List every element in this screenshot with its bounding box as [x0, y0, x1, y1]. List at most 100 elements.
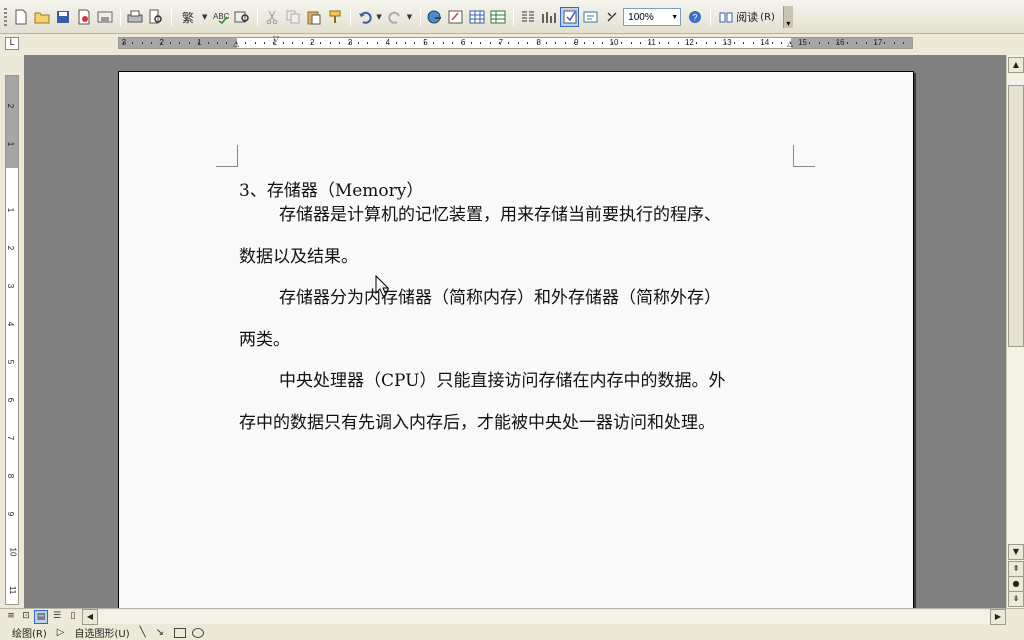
read-button[interactable]: 阅读 (R)	[715, 7, 779, 27]
ruler-tick	[489, 42, 491, 44]
ruler-tick	[292, 42, 294, 44]
document-map-icon[interactable]	[560, 7, 580, 27]
ruler-tick	[734, 42, 735, 44]
ruler-tick	[611, 42, 613, 44]
undo-icon[interactable]	[355, 7, 374, 27]
ruler-label: 7	[6, 435, 16, 441]
ruler-tick	[630, 42, 632, 44]
rectangle-icon[interactable]	[174, 627, 187, 638]
ruler-tick	[376, 42, 378, 44]
ruler-tick	[781, 42, 782, 44]
ruler-tick	[499, 42, 500, 44]
spelling-icon[interactable]: ABC	[211, 7, 230, 27]
paragraph: 存储器分为内存储器（简称内存）和外存储器（简称外存） 两类。	[239, 278, 799, 361]
document-page[interactable]: 3、存储器（Memory） 存储器是计算机的记忆装置，用来存储当前要执行的程序、…	[118, 71, 914, 631]
ruler-tick	[405, 42, 406, 44]
traditional-chinese-icon[interactable]: 繁	[176, 7, 200, 27]
horizontal-scroll-track[interactable]	[98, 610, 993, 624]
copy-icon[interactable]	[283, 7, 302, 27]
select-browse-object-icon[interactable]: ●	[1008, 576, 1024, 592]
zoom-select[interactable]: 100% ▼	[623, 8, 682, 26]
select-objects-icon[interactable]: ▷	[57, 627, 65, 638]
format-painter-icon[interactable]	[325, 7, 344, 27]
new-icon[interactable]	[11, 7, 30, 27]
ruler-tick	[846, 42, 848, 44]
chevron-down-icon[interactable]: ▼	[376, 13, 381, 21]
columns-icon[interactable]	[518, 7, 537, 27]
ruler-tick	[470, 42, 472, 44]
web-layout-icon[interactable]: ⊡	[19, 610, 33, 624]
ruler-tick	[207, 42, 209, 44]
horizontal-ruler-area: L ▽ △ △ 3211234567891011121314151617	[0, 34, 1024, 52]
research-icon[interactable]	[232, 7, 251, 27]
cut-icon[interactable]	[262, 7, 281, 27]
hanging-indent-icon[interactable]: △	[233, 40, 242, 48]
chevron-down-icon[interactable]: ▼	[671, 14, 678, 21]
scroll-left-icon[interactable]: ◀	[82, 609, 98, 625]
next-page-icon[interactable]: ⇟	[1008, 591, 1024, 607]
ruler-tick	[217, 42, 218, 44]
print-icon[interactable]	[125, 7, 144, 27]
reading-layout-icon[interactable]: ▯	[66, 610, 80, 624]
vertical-scrollbar[interactable]: ▲ ▼ ⇞ ● ⇟	[1006, 55, 1024, 608]
scroll-down-icon[interactable]: ▼	[1008, 544, 1024, 560]
paragraph-mark-icon[interactable]	[602, 7, 621, 27]
ruler-left-margin	[119, 38, 237, 48]
horizontal-ruler[interactable]: ▽ △ △ 3211234567891011121314151617	[118, 35, 913, 49]
chevron-down-icon[interactable]: ▼	[202, 13, 207, 21]
redo-icon[interactable]	[386, 7, 405, 27]
ruler-label: 5	[6, 359, 16, 365]
oval-icon[interactable]	[192, 627, 205, 638]
tab-selector[interactable]: L	[5, 37, 19, 50]
ruler-label: 10	[8, 547, 18, 557]
ruler-tick	[799, 42, 801, 44]
ruler-label: 1	[6, 141, 16, 147]
print-layout-icon[interactable]: ▤	[34, 610, 48, 624]
drawing-icon[interactable]	[539, 7, 558, 27]
ruler-label: 3	[6, 283, 16, 289]
ruler-tick	[508, 42, 510, 44]
email-icon[interactable]	[95, 7, 114, 27]
ruler-tick	[254, 42, 256, 44]
ruler-tick	[160, 42, 162, 44]
print-preview-icon[interactable]	[146, 7, 165, 27]
ruler-tick	[809, 42, 811, 44]
ruler-tick	[762, 42, 764, 44]
right-indent-icon[interactable]: △	[787, 40, 796, 48]
ruler-tick	[245, 42, 247, 44]
hyperlink-icon[interactable]	[425, 7, 444, 27]
ruler-tick	[696, 42, 698, 44]
outline-view-icon[interactable]: ☰	[50, 610, 64, 624]
save-icon[interactable]	[53, 7, 72, 27]
toolbar-options-icon[interactable]: ▾	[782, 6, 793, 28]
show-hide-icon[interactable]	[581, 7, 600, 27]
paste-icon[interactable]	[304, 7, 323, 27]
draw-menu-button[interactable]: 绘图(R)	[12, 625, 47, 640]
help-icon[interactable]: ?	[685, 7, 704, 27]
scroll-right-icon[interactable]: ▶	[990, 609, 1006, 625]
open-icon[interactable]	[32, 7, 51, 27]
ruler-tick	[865, 42, 867, 44]
ruler-tick	[771, 42, 773, 44]
permission-icon[interactable]	[74, 7, 93, 27]
standard-toolbar: 繁 ▼ ABC ▼ ▼ 100% ▼ ? 阅读 (R) ▾	[0, 0, 1024, 34]
vertical-ruler[interactable]: 2 1 1 2 3 4 5 6 7 8 9 10 11	[5, 75, 19, 605]
ruler-tick	[141, 42, 143, 44]
chevron-down-icon[interactable]: ▼	[407, 13, 412, 21]
normal-view-icon[interactable]: ≡	[4, 610, 18, 624]
scroll-up-icon[interactable]: ▲	[1008, 57, 1024, 73]
ruler-tick	[715, 42, 717, 44]
ruler-tick	[320, 42, 322, 44]
line-icon[interactable]: ╲	[140, 627, 146, 638]
arrow-icon[interactable]: ↘	[156, 627, 164, 638]
paragraph: 中央处理器（CPU）只能直接访问存储在内存中的数据。外 存中的数据只有先调入内存…	[239, 361, 799, 444]
tables-borders-icon[interactable]	[446, 7, 465, 27]
insert-excel-icon[interactable]	[488, 7, 507, 27]
scroll-thumb[interactable]	[1008, 85, 1024, 347]
ruler-tick	[123, 42, 124, 44]
toolbar-grip[interactable]	[4, 8, 7, 26]
autoshapes-menu-button[interactable]: 自选图形(U)	[74, 625, 129, 640]
insert-table-icon[interactable]	[467, 7, 486, 27]
previous-page-icon[interactable]: ⇞	[1008, 561, 1024, 577]
read-icon	[719, 12, 733, 23]
